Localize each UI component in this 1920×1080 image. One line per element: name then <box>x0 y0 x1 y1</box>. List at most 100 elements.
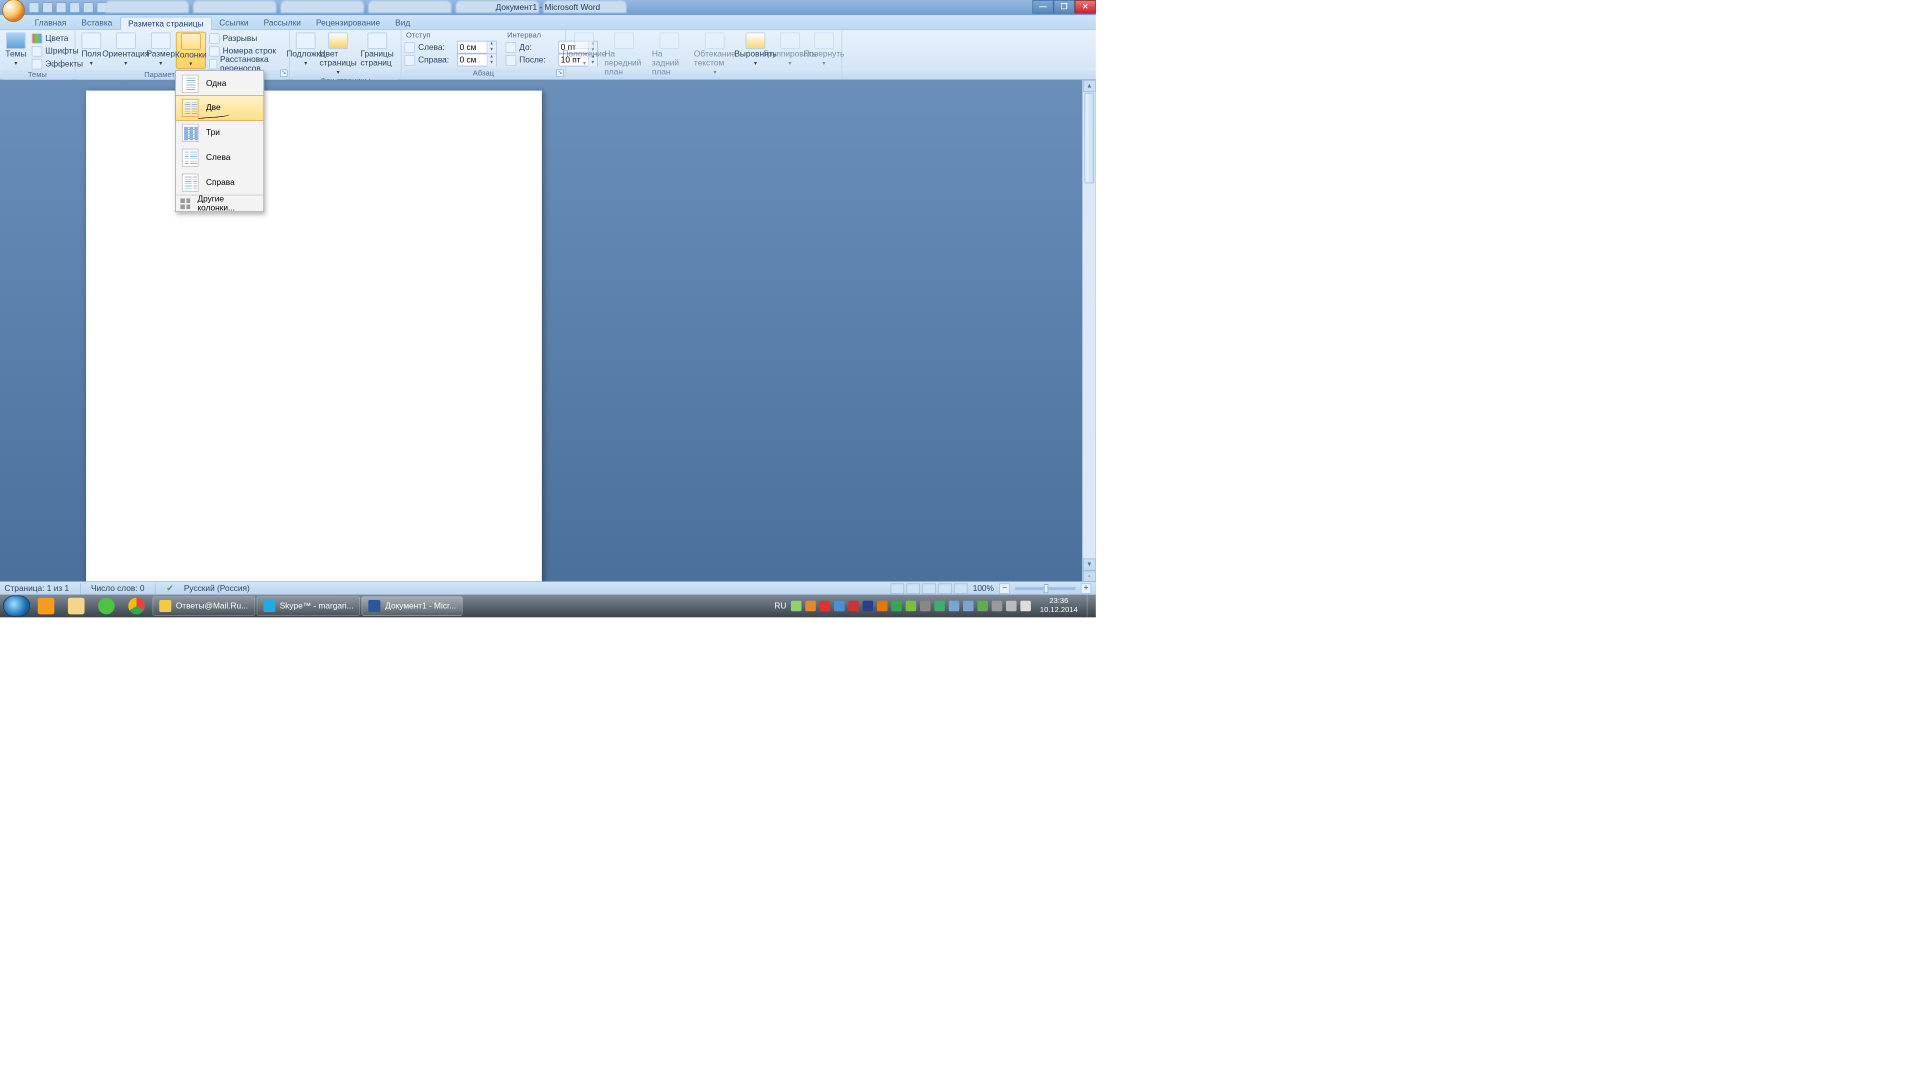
size-icon <box>151 32 171 49</box>
quick-access-toolbar <box>29 2 107 13</box>
text-wrap-button[interactable]: Обтекание текстом▾ <box>691 32 739 77</box>
qat-icon[interactable] <box>83 2 94 13</box>
columns-option-more[interactable]: Другие колонки... <box>176 195 264 212</box>
office-button[interactable] <box>2 0 25 22</box>
maximize-button[interactable]: ❐ <box>1054 0 1075 14</box>
colors-icon <box>32 33 43 44</box>
watermark-button[interactable]: Подложка▾ <box>293 32 319 67</box>
zoom-slider[interactable] <box>1015 587 1075 590</box>
paragraph-dialog-launcher[interactable]: ↘ <box>556 69 564 77</box>
rotate-button[interactable]: Повернуть▾ <box>809 32 838 67</box>
tray-icon[interactable] <box>891 601 902 612</box>
columns-option-three[interactable]: Три <box>176 120 264 145</box>
tab-review[interactable]: Рецензирование <box>308 17 387 30</box>
taskbar-app-button[interactable]: Skype™ - margari... <box>256 596 360 616</box>
taskbar-app-button[interactable]: Документ1 - Micr... <box>362 596 463 616</box>
tray-icon[interactable] <box>820 601 831 612</box>
tray-icon[interactable] <box>848 601 859 612</box>
close-button[interactable]: ✕ <box>1075 0 1096 14</box>
scroll-down-button[interactable]: ▼ <box>1083 558 1096 570</box>
zoom-out-button[interactable]: − <box>999 583 1010 594</box>
view-outline-button[interactable] <box>938 583 952 594</box>
columns-button[interactable]: Колонки▾ <box>176 32 207 69</box>
send-back-button[interactable]: На задний план▾ <box>649 32 689 86</box>
taskbar-pinned-utorrent[interactable] <box>92 596 121 616</box>
scroll-thumb[interactable] <box>1085 93 1095 184</box>
document-page[interactable] <box>86 91 542 583</box>
tray-icon[interactable] <box>992 601 1003 612</box>
tab-view[interactable]: Вид <box>388 17 418 30</box>
zoom-level[interactable]: 100% <box>973 584 994 593</box>
three-column-icon <box>182 123 199 141</box>
qat-redo-icon[interactable] <box>56 2 67 13</box>
group-paragraph: Отступ Слева: ▲▼ Справа: ▲▼ Интервал До: <box>402 30 567 79</box>
taskbar-pinned-chrome[interactable] <box>122 596 151 616</box>
vertical-scrollbar[interactable]: ▲ ▼ ◦ ▾ <box>1082 80 1096 595</box>
zoom-handle[interactable] <box>1044 584 1049 593</box>
tray-icon[interactable] <box>805 601 816 612</box>
tray-icon[interactable] <box>834 601 845 612</box>
minimize-button[interactable]: — <box>1032 0 1053 14</box>
taskbar-pinned-media[interactable] <box>32 596 61 616</box>
qat-undo-icon[interactable] <box>42 2 53 13</box>
status-language[interactable]: Русский (Россия) <box>184 584 250 593</box>
taskbar-app-button[interactable]: Ответы@Mail.Ru... <box>152 596 254 616</box>
indent-left-spinner[interactable]: ▲▼ <box>457 41 496 54</box>
effects-icon <box>32 59 43 70</box>
proofing-icon[interactable]: ✔ <box>166 583 173 593</box>
tray-language[interactable]: RU <box>774 601 786 610</box>
view-print-layout-button[interactable] <box>890 583 904 594</box>
view-web-layout-button[interactable] <box>922 583 936 594</box>
orientation-button[interactable]: Ориентация▾ <box>106 32 146 67</box>
tab-references[interactable]: Ссылки <box>212 17 256 30</box>
view-draft-button[interactable] <box>954 583 968 594</box>
ribbon-tabs: Главная Вставка Разметка страницы Ссылки… <box>0 15 1096 30</box>
breaks-icon <box>209 33 220 44</box>
tray-icon[interactable] <box>906 601 917 612</box>
page-borders-button[interactable]: Границы страниц <box>358 32 398 69</box>
status-page[interactable]: Страница: 1 из 1 <box>5 584 70 593</box>
view-full-screen-button[interactable] <box>906 583 920 594</box>
page-color-button[interactable]: Цвет страницы▾ <box>320 32 356 77</box>
line-numbers-icon <box>209 46 220 57</box>
tray-icon[interactable] <box>977 601 988 612</box>
tray-icon[interactable] <box>877 601 888 612</box>
tab-mailings[interactable]: Рассылки <box>256 17 308 30</box>
zoom-in-button[interactable]: + <box>1081 583 1092 594</box>
orientation-icon <box>116 32 136 49</box>
themes-button[interactable]: Темы▾ <box>3 32 29 67</box>
position-button[interactable]: Положение▾ <box>569 32 600 67</box>
tray-icon[interactable] <box>963 601 974 612</box>
taskbar-pinned-explorer[interactable] <box>62 596 91 616</box>
page-setup-dialog-launcher[interactable]: ↘ <box>280 69 288 77</box>
qat-save-icon[interactable] <box>29 2 40 13</box>
tray-icon[interactable] <box>1020 601 1031 612</box>
tray-clock[interactable]: 23:36 10.12.2014 <box>1035 597 1082 615</box>
columns-option-right[interactable]: Справа <box>176 170 264 195</box>
tray-icon[interactable] <box>934 601 945 612</box>
qat-icon[interactable] <box>69 2 80 13</box>
start-button[interactable] <box>3 595 30 616</box>
show-desktop-button[interactable] <box>1087 595 1093 616</box>
bring-front-button[interactable]: На передний план▾ <box>601 32 647 86</box>
tray-icon[interactable] <box>791 601 802 612</box>
bring-front-icon <box>615 32 635 49</box>
tray-icon[interactable] <box>949 601 960 612</box>
margins-button[interactable]: Поля▾ <box>78 32 104 67</box>
columns-option-left[interactable]: Слева <box>176 145 264 170</box>
hyphenation-button[interactable]: Расстановка переносов <box>208 58 286 70</box>
scroll-up-button[interactable]: ▲ <box>1083 80 1096 92</box>
indent-right-spinner[interactable]: ▲▼ <box>457 54 496 67</box>
tab-insert[interactable]: Вставка <box>74 17 120 30</box>
tab-home[interactable]: Главная <box>27 17 74 30</box>
columns-option-one[interactable]: Одна <box>176 71 264 96</box>
tray-icon[interactable] <box>920 601 931 612</box>
tray-icon[interactable] <box>1006 601 1017 612</box>
status-bar: Страница: 1 из 1 Число слов: 0 ✔ Русский… <box>0 581 1096 595</box>
tray-icon[interactable] <box>863 601 874 612</box>
indent-left-row: Слева: ▲▼ <box>405 41 497 54</box>
breaks-button[interactable]: Разрывы <box>208 32 286 44</box>
status-word-count[interactable]: Число слов: 0 <box>91 584 145 593</box>
tab-page-layout[interactable]: Разметка страницы <box>120 17 212 31</box>
size-button[interactable]: Размер▾ <box>147 32 174 67</box>
